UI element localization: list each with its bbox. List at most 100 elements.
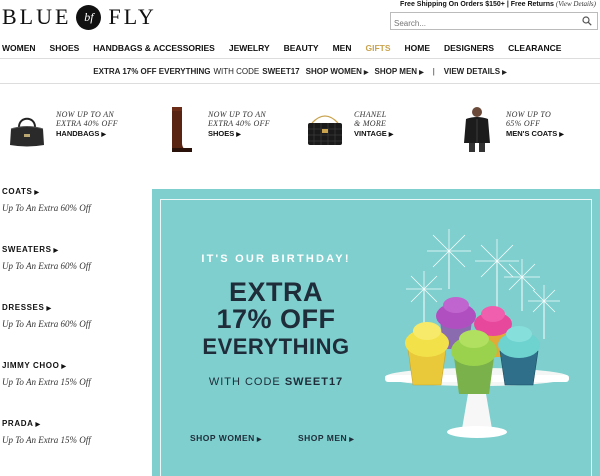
hero-with-code: WITH CODE — [208, 376, 281, 388]
sidebar-item-coats[interactable]: COATS ▶ Up To An Extra 60% Off — [2, 187, 142, 245]
category-shoes[interactable]: NOW UP TO AN EXTRA 40% OFF SHOES ▶ — [158, 105, 270, 160]
hero-headline: EXTRA 17% OFF EVERYTHING — [182, 279, 370, 360]
sidebar-item-title: COATS ▶ — [2, 187, 142, 196]
category-vintage-label: VINTAGE — [354, 129, 387, 138]
chanel-bag-icon — [308, 115, 342, 145]
hero-shop-men-button[interactable]: SHOP MEN ▶ — [298, 433, 354, 443]
hero-shop-men-label: SHOP MEN — [298, 433, 348, 443]
category-mens-coats-label: MEN'S COATS — [506, 129, 558, 138]
promo-bar: EXTRA 17% OFF EVERYTHING WITH CODE SWEET… — [0, 60, 600, 84]
nav-designers[interactable]: DESIGNERS — [444, 43, 494, 53]
nav-beauty[interactable]: BEAUTY — [284, 43, 319, 53]
search-input[interactable] — [391, 15, 577, 32]
category-handbags[interactable]: NOW UP TO AN EXTRA 40% OFF HANDBAGS ▶ — [6, 105, 118, 160]
category-handbags-line1: NOW UP TO AN — [56, 110, 115, 119]
nav-handbags-accessories[interactable]: HANDBAGS & ACCESSORIES — [93, 43, 215, 53]
sidebar-jimmy-choo-label: JIMMY CHOO — [2, 361, 60, 370]
category-vintage[interactable]: CHANEL & MORE VINTAGE ▶ — [304, 105, 393, 160]
caret-right-icon: ▶ — [256, 437, 262, 443]
category-shoes-line1: NOW UP TO AN — [208, 110, 267, 119]
sidebar-coats-label: COATS — [2, 187, 33, 196]
sidebar-item-subtitle: Up To An Extra 60% Off — [2, 203, 91, 213]
sidebar-item-title: SWEATERS ▶ — [2, 245, 142, 254]
hero-shop-women-label: SHOP WOMEN — [190, 433, 255, 443]
nav-women[interactable]: WOMEN — [2, 43, 36, 53]
category-vintage-line2: & MORE — [354, 119, 387, 128]
sidebar-item-title: DRESSES ▶ — [2, 303, 142, 312]
promo-with-code: WITH CODE — [213, 67, 260, 76]
promo-view-details-label: VIEW DETAILS — [443, 67, 501, 76]
category-handbags-label: HANDBAGS — [56, 129, 100, 138]
promo-view-details-link[interactable]: VIEW DETAILS ▶ — [444, 67, 507, 76]
caret-right-icon: ▶ — [101, 132, 106, 138]
category-vintage-link[interactable]: VINTAGE ▶ — [354, 129, 393, 138]
sidebar-prada-label: PRADA — [2, 419, 34, 428]
sidebar-item-sweaters[interactable]: SWEATERS ▶ Up To An Extra 60% Off — [2, 245, 142, 303]
sidebar-item-title: PRADA ▶ — [2, 419, 142, 428]
caret-right-icon: ▶ — [53, 248, 59, 254]
caret-right-icon: ▶ — [388, 132, 394, 138]
shipping-view-details-link[interactable]: (View Details) — [556, 0, 596, 8]
category-handbags-link[interactable]: HANDBAGS ▶ — [56, 129, 118, 138]
logo-left-text: BLUE — [2, 4, 72, 29]
caret-right-icon: ▶ — [349, 437, 355, 443]
hero-kicker: IT'S OUR BIRTHDAY! — [201, 253, 351, 265]
promo-headline: EXTRA 17% OFF EVERYTHING — [93, 67, 211, 76]
caret-right-icon: ▶ — [35, 422, 41, 428]
caret-right-icon: ▶ — [61, 364, 67, 370]
caret-right-icon: ▶ — [419, 70, 424, 76]
logo-mark: bf — [76, 4, 102, 30]
hero-code-value: SWEET17 — [284, 376, 344, 388]
category-mens-coats[interactable]: NOW UP TO 65% OFF MEN'S COATS ▶ — [456, 105, 564, 160]
sidebar-item-subtitle: Up To An Extra 15% Off — [2, 435, 91, 445]
sidebar-item-jimmy-choo[interactable]: JIMMY CHOO ▶ Up To An Extra 15% Off — [2, 361, 142, 419]
nav-gifts[interactable]: GIFTS — [365, 43, 390, 53]
category-promos: NOW UP TO AN EXTRA 40% OFF HANDBAGS ▶ NOW… — [0, 105, 600, 160]
category-shoes-line2: EXTRA 40% OFF — [208, 119, 270, 128]
promo-shop-women-label: SHOP WOMEN — [305, 67, 362, 76]
hero-shop-women-button[interactable]: SHOP WOMEN ▶ — [190, 433, 262, 443]
nav-home[interactable]: HOME — [405, 43, 431, 53]
logo-right-text: FLY — [108, 4, 157, 29]
promo-shop-women-link[interactable]: SHOP WOMEN ▶ — [306, 67, 369, 76]
bluefly-logo[interactable]: BLUE bf FLY — [2, 4, 157, 30]
sidebar-item-subtitle: Up To An Extra 60% Off — [2, 261, 91, 271]
caret-right-icon: ▶ — [363, 70, 369, 76]
search-icon[interactable] — [582, 16, 592, 26]
caret-right-icon: ▶ — [34, 190, 40, 196]
promo-separator: | — [432, 67, 435, 76]
handbag-icon — [10, 117, 44, 147]
sidebar-item-dresses[interactable]: DRESSES ▶ Up To An Extra 60% Off — [2, 303, 142, 361]
caret-right-icon: ▶ — [502, 70, 507, 76]
nav-clearance[interactable]: CLEARANCE — [508, 43, 561, 53]
sidebar-item-subtitle: Up To An Extra 60% Off — [2, 319, 91, 329]
caret-right-icon: ▶ — [46, 306, 52, 312]
caret-right-icon: ▶ — [559, 132, 564, 138]
nav-jewelry[interactable]: JEWELRY — [229, 43, 270, 53]
sidebar-sweaters-label: SWEATERS — [2, 245, 52, 254]
category-mens-coats-line2: 65% OFF — [506, 119, 541, 128]
hero-headline-line3: EVERYTHING — [202, 334, 350, 359]
main-nav: WOMEN SHOES HANDBAGS & ACCESSORIES JEWEL… — [0, 37, 600, 59]
hero-headline-line1: EXTRA — [228, 277, 323, 307]
boot-icon — [172, 107, 192, 152]
category-mens-coats-link[interactable]: MEN'S COATS ▶ — [506, 129, 564, 138]
sidebar-item-prada[interactable]: PRADA ▶ Up To An Extra 15% Off — [2, 419, 142, 476]
hero-banner[interactable]: IT'S OUR BIRTHDAY! EXTRA 17% OFF EVERYTH… — [152, 189, 600, 476]
nav-shoes[interactable]: SHOES — [50, 43, 80, 53]
category-shoes-link[interactable]: SHOES ▶ — [208, 129, 270, 138]
mens-coat-icon — [464, 107, 490, 152]
sidebar-dresses-label: DRESSES — [2, 303, 45, 312]
category-shoes-label: SHOES — [208, 129, 235, 138]
category-mens-coats-line1: NOW UP TO — [506, 110, 552, 119]
promo-shop-men-link[interactable]: SHOP MEN ▶ — [375, 67, 424, 76]
sidebar-promos: COATS ▶ Up To An Extra 60% Off SWEATERS ▶ … — [2, 187, 142, 476]
sidebar-item-title: JIMMY CHOO ▶ — [2, 361, 142, 370]
search-box — [390, 12, 598, 32]
nav-men[interactable]: MEN — [333, 43, 352, 53]
promo-code: SWEET17 — [262, 67, 300, 76]
category-handbags-line2: EXTRA 40% OFF — [56, 119, 118, 128]
caret-right-icon: ▶ — [236, 132, 241, 138]
sidebar-item-subtitle: Up To An Extra 15% Off — [2, 377, 91, 387]
category-vintage-line1: CHANEL — [354, 110, 387, 119]
